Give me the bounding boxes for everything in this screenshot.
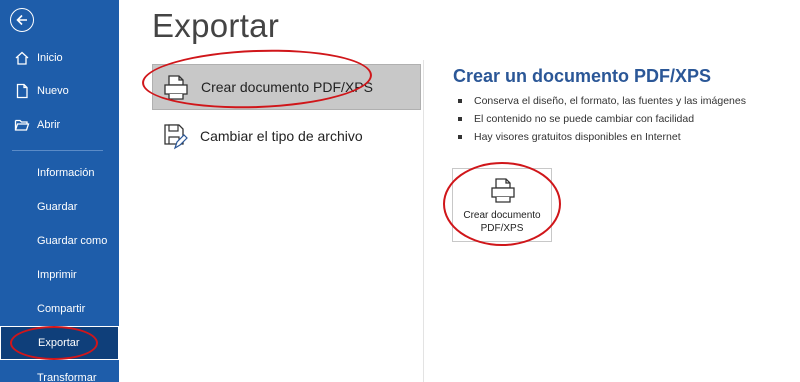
sidebar-item-label: Guardar xyxy=(37,201,78,213)
highlight-circle xyxy=(443,162,561,246)
sidebar-item-label: Abrir xyxy=(37,119,61,131)
sidebar-divider xyxy=(12,150,103,151)
sidebar-item-label: Compartir xyxy=(37,303,86,315)
highlight-circle xyxy=(10,326,98,360)
feature-list: Conserva el diseño, el formato, las fuen… xyxy=(458,92,746,146)
back-arrow-icon[interactable] xyxy=(10,8,34,32)
sidebar-item-abrir[interactable]: Abrir xyxy=(0,110,119,140)
panel-divider xyxy=(423,60,424,382)
sidebar-item-informacion[interactable]: Información xyxy=(0,158,119,188)
list-item: Hay visores gratuitos disponibles en Int… xyxy=(458,128,746,146)
sidebar-item-label: Nuevo xyxy=(37,85,69,97)
list-item: El contenido no se puede cambiar con fac… xyxy=(458,110,746,128)
new-document-icon xyxy=(14,83,30,99)
sidebar-item-label: Transformar xyxy=(37,372,97,382)
sidebar-item-compartir[interactable]: Compartir xyxy=(0,294,119,324)
sidebar-item-nuevo[interactable]: Nuevo xyxy=(0,76,119,106)
sidebar-item-guardar[interactable]: Guardar xyxy=(0,192,119,222)
option-label: Cambiar el tipo de archivo xyxy=(200,128,363,144)
home-icon xyxy=(14,50,30,66)
sidebar-item-label: Información xyxy=(37,167,95,179)
sidebar-item-label: Imprimir xyxy=(37,269,77,281)
sidebar-item-transformar[interactable]: Transformar xyxy=(0,363,119,382)
detail-title: Crear un documento PDF/XPS xyxy=(453,66,712,86)
page-title: Exportar xyxy=(152,7,280,44)
sidebar-item-inicio[interactable]: Inicio xyxy=(0,43,119,73)
sidebar-item-imprimir[interactable]: Imprimir xyxy=(0,260,119,290)
list-item: Conserva el diseño, el formato, las fuen… xyxy=(458,92,746,110)
option-change-file-type[interactable]: Cambiar el tipo de archivo xyxy=(152,113,421,159)
change-file-type-icon xyxy=(162,122,188,150)
open-folder-icon xyxy=(14,117,30,133)
sidebar-item-label: Guardar como xyxy=(37,235,108,247)
backstage-sidebar: Inicio Nuevo Abrir Información Guardar G… xyxy=(0,0,119,382)
sidebar-item-guardar-como[interactable]: Guardar como xyxy=(0,226,119,256)
sidebar-item-label: Inicio xyxy=(37,52,63,64)
